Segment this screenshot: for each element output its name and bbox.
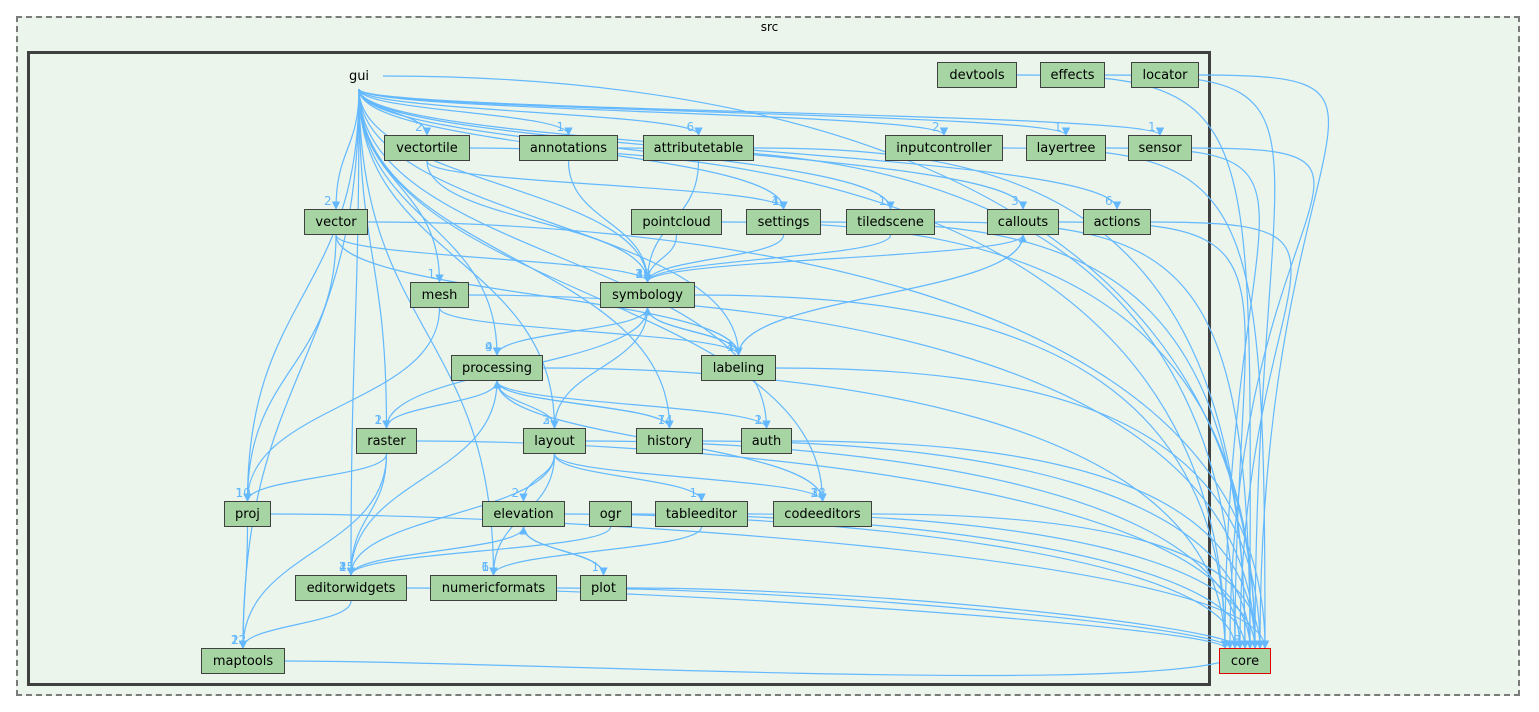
edge-gui-to-editorwidgets <box>346 88 360 576</box>
edge-processing-to-auth <box>496 380 771 429</box>
edge-label: 2 <box>324 194 332 208</box>
edge-label: 1 <box>1148 120 1156 134</box>
edge-processing-to-core <box>542 367 1230 649</box>
edge-layout-to-core <box>585 440 1245 649</box>
edge-layout-to-elevation <box>519 453 556 502</box>
edge-mesh-to-proj <box>243 307 441 502</box>
edge-numericformats-to-core <box>556 587 1235 649</box>
edge-label: 1 <box>339 560 347 574</box>
edge-tiledscene-to-core <box>934 221 1255 649</box>
node-actions[interactable]: actions <box>1083 209 1151 235</box>
edge-label: 2 <box>636 267 644 281</box>
node-sensor[interactable]: sensor <box>1128 135 1192 161</box>
node-mesh[interactable]: mesh <box>410 282 469 308</box>
edge-history-to-core <box>702 440 1255 649</box>
node-tableeditor[interactable]: tableeditor <box>655 501 748 527</box>
edge-labeling-to-callouts <box>737 234 1028 356</box>
edge-gui-to-proj <box>243 88 360 502</box>
node-effects[interactable]: effects <box>1040 62 1105 88</box>
node-maptools[interactable]: maptools <box>201 648 285 674</box>
edge-settings-to-core <box>820 221 1250 649</box>
edge-label: 1 <box>772 194 780 208</box>
edge-elevation-to-core <box>564 513 1240 649</box>
edge-label: 3 <box>1011 194 1019 208</box>
edge-layout-to-tableeditor <box>553 453 706 502</box>
node-inputcontroller[interactable]: inputcontroller <box>885 135 1003 161</box>
edge-codeeditors-to-core <box>871 513 1265 649</box>
node-codeeditors[interactable]: codeeditors <box>773 501 872 527</box>
edge-gui-to-numericformats <box>358 88 498 576</box>
node-layout[interactable]: layout <box>523 428 586 454</box>
node-settings[interactable]: settings <box>746 209 821 235</box>
edge-pointcloud-to-core <box>721 221 1260 649</box>
edge-label: 1 <box>557 120 565 134</box>
edge-label: 1 <box>236 486 244 500</box>
node-locator[interactable]: locator <box>1131 62 1199 88</box>
edge-plot-to-core <box>626 587 1245 649</box>
node-layertree[interactable]: layertree <box>1026 135 1106 161</box>
edge-maptools-to-core <box>284 647 1250 677</box>
node-ogr[interactable]: ogr <box>589 501 632 527</box>
node-elevation[interactable]: elevation <box>482 501 565 527</box>
edge-label: 1 <box>879 194 887 208</box>
edge-label: 4 <box>485 340 493 354</box>
node-processing[interactable]: processing <box>451 355 543 381</box>
node-plot[interactable]: plot <box>580 575 627 601</box>
edge-raster-to-proj <box>243 453 388 502</box>
node-annotations[interactable]: annotations <box>519 135 618 161</box>
edge-label: 1 <box>482 560 490 574</box>
node-vector[interactable]: vector <box>304 209 368 235</box>
node-pointcloud[interactable]: pointcloud <box>631 209 722 235</box>
node-tiledscene[interactable]: tiledscene <box>846 209 935 235</box>
edge-editorwidgets-to-maptools <box>238 600 352 649</box>
node-auth[interactable]: auth <box>741 428 792 454</box>
edge-vectortile-to-settings <box>426 160 788 210</box>
node-core[interactable]: core <box>1219 648 1271 674</box>
edge-gui-to-inputcontroller <box>358 88 949 136</box>
edge-label: 2 <box>811 486 819 500</box>
edge-tableeditor-to-core <box>747 513 1260 649</box>
node-proj[interactable]: proj <box>224 501 271 527</box>
node-vectortile[interactable]: vectortile <box>384 135 470 161</box>
node-editorwidgets[interactable]: editorwidgets <box>295 575 407 601</box>
edge-label: 1 <box>755 413 763 427</box>
edge-label: 6 <box>1105 194 1113 208</box>
node-raster[interactable]: raster <box>356 428 417 454</box>
edge-label: 2 <box>932 120 940 134</box>
node-devtools[interactable]: devtools <box>937 62 1017 88</box>
node-history[interactable]: history <box>636 428 703 454</box>
edge-vectortile-to-symbology <box>426 160 652 283</box>
node-labeling[interactable]: labeling <box>701 355 776 381</box>
edge-history-to-processing <box>492 380 671 429</box>
node-numericformats[interactable]: numericformats <box>430 575 557 601</box>
edge-label: 1 <box>375 413 383 427</box>
edge-label: 6 <box>687 120 695 134</box>
edge-label: 2 <box>231 633 239 647</box>
edge-label: 1 <box>690 486 698 500</box>
node-callouts[interactable]: callouts <box>987 209 1059 235</box>
edge-label: 1 <box>428 267 436 281</box>
node-gui[interactable]: gui <box>335 63 383 89</box>
node-attributetable[interactable]: attributetable <box>643 135 754 161</box>
node-symbology[interactable]: symbology <box>600 282 695 308</box>
edge-raster-to-maptools <box>238 453 388 649</box>
